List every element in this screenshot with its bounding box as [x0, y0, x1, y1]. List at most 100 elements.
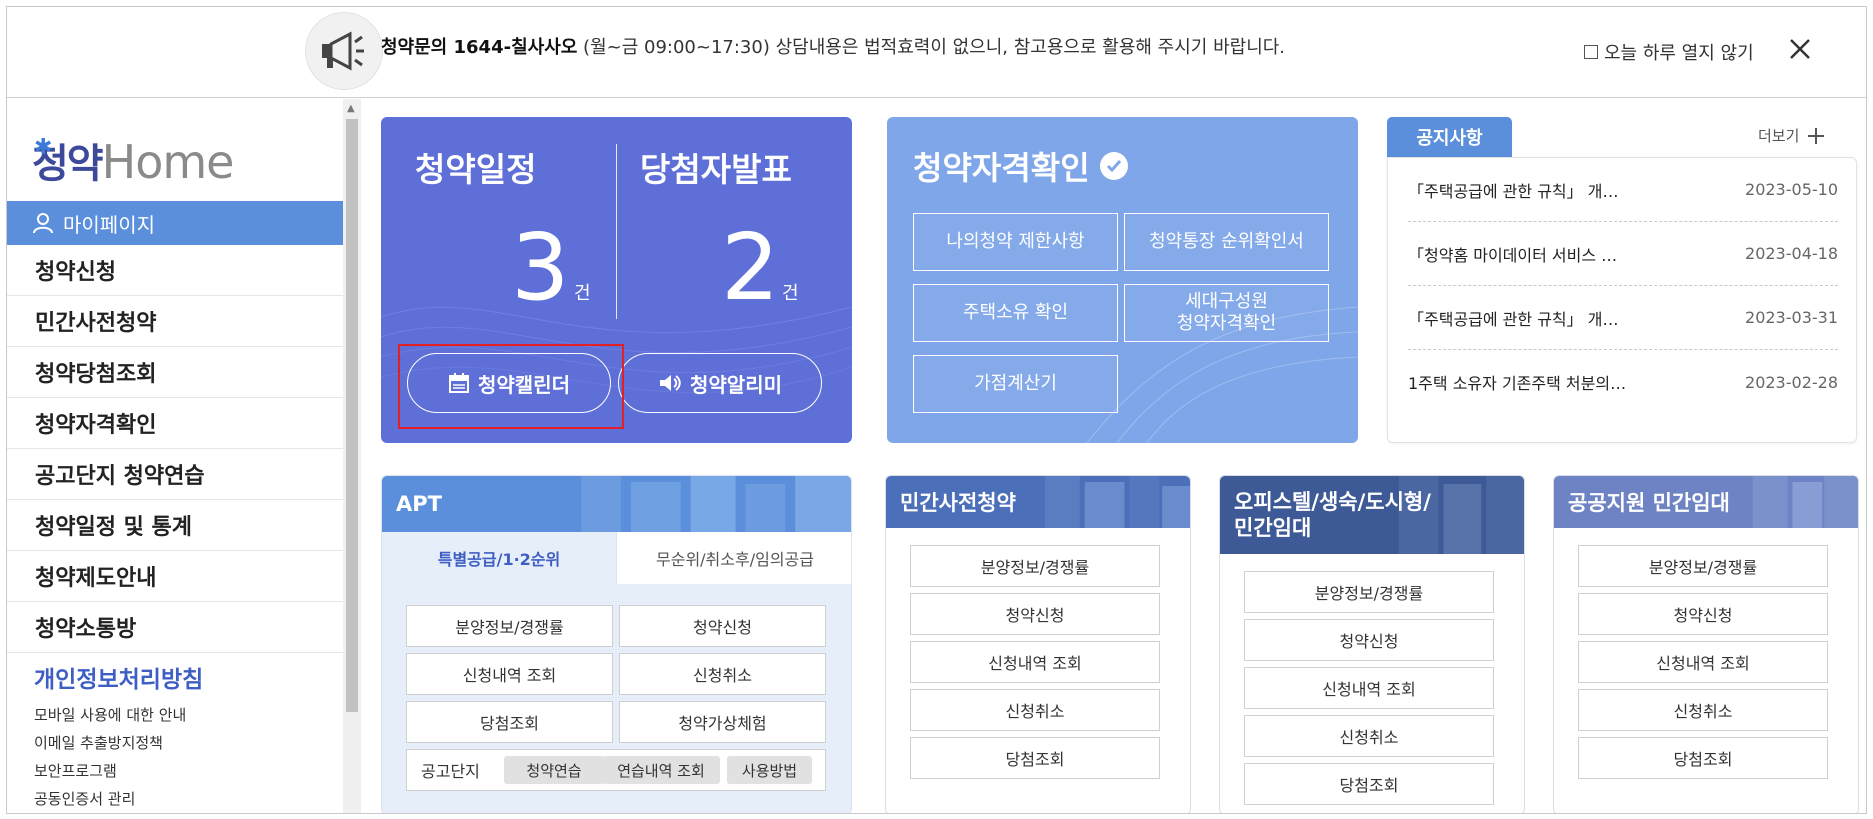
- qualification-title-text: 청약자격확인: [913, 149, 1090, 187]
- apt-cancel-button[interactable]: 신청취소: [619, 653, 826, 695]
- checkbox-icon[interactable]: [1584, 45, 1598, 59]
- scrollbar-thumb[interactable]: [346, 119, 358, 712]
- winner-title: 당첨자발표: [640, 150, 792, 189]
- apt-simulation-button[interactable]: 청약가상체험: [619, 701, 826, 743]
- public-rental-card: 공공지원 민간임대 분양정보/경쟁률 청약신청 신청내역 조회 신청취소 당첨조…: [1553, 475, 1859, 813]
- notice-item[interactable]: 1주택 소유자 기존주택 처분의… 2023-02-28: [1408, 350, 1838, 414]
- sidebar-item-apply[interactable]: 청약신청: [7, 245, 343, 296]
- private-sale-info-button[interactable]: 분양정보/경쟁률: [910, 545, 1160, 587]
- apt-apply-button[interactable]: 청약신청: [619, 605, 826, 647]
- private-apply-button[interactable]: 청약신청: [910, 593, 1160, 635]
- rental-apply-button[interactable]: 청약신청: [1578, 593, 1828, 635]
- rental-winner-button[interactable]: 당첨조회: [1578, 737, 1828, 779]
- apt-card-header: APT: [382, 476, 851, 532]
- disclaimer-text: 상담내용은 법적효력이 없으니, 참고용으로 활용해 주시기 바랍니다.: [769, 37, 1286, 58]
- house-ownership-button[interactable]: 주택소유 확인: [913, 284, 1118, 342]
- tab-unranked-supply[interactable]: 무순위/취소후/임의공급: [616, 532, 851, 584]
- sidebar-item-qualification[interactable]: 청약자격확인: [7, 398, 343, 449]
- mobile-guide-link[interactable]: 모바일 사용에 대한 안내: [34, 701, 186, 729]
- public-rental-header: 공공지원 민간임대: [1554, 476, 1858, 528]
- apt-sale-info-button[interactable]: 분양정보/경쟁률: [406, 605, 613, 647]
- household-qualification-button[interactable]: 세대구성원 청약자격확인: [1124, 284, 1329, 342]
- notice-item[interactable]: 「주택공급에 관한 규칙」 개… 2023-03-31: [1408, 286, 1838, 350]
- inquiry-number: 청약문의 1644-칠사사오: [381, 37, 578, 58]
- scroll-up-icon[interactable]: ▲: [347, 103, 355, 114]
- schedule-divider: [616, 144, 617, 319]
- sidebar-item-practice[interactable]: 공고단지 청약연습: [7, 449, 343, 500]
- officetel-header: 오피스텔/생숙/도시형/ 민간임대: [1220, 476, 1524, 554]
- usage-guide-chip[interactable]: 사용방법: [727, 756, 812, 784]
- certificate-link[interactable]: 공동인증서 관리: [34, 785, 186, 813]
- mypage-label: 마이페이지: [63, 212, 155, 237]
- sidebar-item-community[interactable]: 청약소통방: [7, 602, 343, 653]
- officetel-title-line1: 오피스텔/생숙/도시형/: [1234, 490, 1431, 514]
- notice-message: 청약문의 1644-칠사사오 (월~금 09:00~17:30) 상담내용은 법…: [381, 33, 1285, 59]
- notice-tab[interactable]: 공지사항: [1387, 117, 1512, 157]
- rental-sale-info-button[interactable]: 분양정보/경쟁률: [1578, 545, 1828, 587]
- sidebar-item-private-pre[interactable]: 민간사전청약: [7, 296, 343, 347]
- winner-count[interactable]: 2: [721, 222, 780, 314]
- notice-title[interactable]: 「주택공급에 관한 규칙」 개…: [1408, 306, 1618, 330]
- notice-title[interactable]: 「주택공급에 관한 규칙」 개…: [1408, 178, 1618, 202]
- rental-history-button[interactable]: 신청내역 조회: [1578, 641, 1828, 683]
- notice-bar: 청약문의 1644-칠사사오 (월~금 09:00~17:30) 상담내용은 법…: [7, 7, 1866, 98]
- more-button[interactable]: 더보기: [1758, 125, 1825, 146]
- officetel-apply-button[interactable]: 청약신청: [1244, 619, 1494, 661]
- sidebar-menu: 청약신청 민간사전청약 청약당첨조회 청약자격확인 공고단지 청약연습 청약일정…: [7, 245, 343, 653]
- apt-title: APT: [396, 492, 442, 516]
- mypage-button[interactable]: 마이페이지: [7, 201, 343, 245]
- security-program-link[interactable]: 보안프로그램: [34, 757, 186, 785]
- close-icon[interactable]: [1785, 34, 1815, 64]
- tab-special-supply[interactable]: 특별공급/1·2순위: [382, 532, 616, 584]
- officetel-cancel-button[interactable]: 신청취소: [1244, 715, 1494, 757]
- apt-winner-button[interactable]: 당첨조회: [406, 701, 613, 743]
- logo-english: Home: [101, 135, 235, 189]
- email-policy-link[interactable]: 이메일 추출방지정책: [34, 729, 186, 757]
- sidebar-item-schedule-stats[interactable]: 청약일정 및 통계: [7, 500, 343, 551]
- privacy-policy-link[interactable]: 개인정보처리방침: [34, 660, 203, 694]
- officetel-history-button[interactable]: 신청내역 조회: [1244, 667, 1494, 709]
- practice-chip[interactable]: 청약연습: [504, 756, 604, 784]
- officetel-sale-info-button[interactable]: 분양정보/경쟁률: [1244, 571, 1494, 613]
- sidebar-item-system-guide[interactable]: 청약제도안내: [7, 551, 343, 602]
- sidebar: ✱ 청약 Home 마이페이지 청약신청 민간사전청약 청약당첨조회 청약자격확인…: [7, 99, 343, 813]
- notice-item[interactable]: 「주택공급에 관한 규칙」 개… 2023-05-10: [1408, 158, 1838, 222]
- apt-history-button[interactable]: 신청내역 조회: [406, 653, 613, 695]
- footer-links: 모바일 사용에 대한 안내 이메일 추출방지정책 보안프로그램 공동인증서 관리: [34, 701, 186, 813]
- my-restrictions-button[interactable]: 나의청약 제한사항: [913, 213, 1118, 271]
- private-pre-header: 민간사전청약: [886, 476, 1190, 528]
- apt-card: APT 특별공급/1·2순위 무순위/취소후/임의공급 분양정보/경쟁률 청약신…: [381, 475, 852, 813]
- account-rank-button[interactable]: 청약통장 순위확인서: [1124, 213, 1329, 271]
- sidebar-item-winner-lookup[interactable]: 청약당첨조회: [7, 347, 343, 398]
- notice-item[interactable]: 「청약홈 마이데이터 서비스 … 2023-04-18: [1408, 222, 1838, 286]
- private-winner-button[interactable]: 당첨조회: [910, 737, 1160, 779]
- user-icon: [33, 213, 53, 234]
- score-calculator-button[interactable]: 가점계산기: [913, 355, 1118, 413]
- logo-star-icon: ✱: [34, 135, 53, 160]
- practice-history-chip[interactable]: 연습내역 조회: [602, 756, 720, 784]
- private-pre-card: 민간사전청약 분양정보/경쟁률 청약신청 신청내역 조회 신청취소 당첨조회: [885, 475, 1191, 813]
- more-label: 더보기: [1758, 127, 1800, 145]
- highlight-box: [398, 344, 624, 429]
- speaker-icon: [660, 375, 681, 391]
- public-rental-title: 공공지원 민간임대: [1568, 491, 1730, 515]
- notice-list: 「주택공급에 관한 규칙」 개… 2023-05-10 「청약홈 마이데이터 서…: [1387, 157, 1857, 443]
- schedule-count-unit: 건: [574, 283, 591, 304]
- notice-date: 2023-05-10: [1745, 180, 1838, 199]
- private-cancel-button[interactable]: 신청취소: [910, 689, 1160, 731]
- notice-title[interactable]: 1주택 소유자 기존주택 처분의…: [1408, 370, 1626, 394]
- page-frame: 청약문의 1644-칠사사오 (월~금 09:00~17:30) 상담내용은 법…: [6, 6, 1867, 814]
- alarm-button-label: 청약알리미: [690, 372, 782, 397]
- notice-title[interactable]: 「청약홈 마이데이터 서비스 …: [1408, 242, 1617, 266]
- alarm-button[interactable]: 청약알리미: [618, 353, 822, 413]
- private-history-button[interactable]: 신청내역 조회: [910, 641, 1160, 683]
- schedule-count[interactable]: 3: [511, 222, 570, 314]
- officetel-winner-button[interactable]: 당첨조회: [1244, 763, 1494, 805]
- dont-show-today-checkbox[interactable]: 오늘 하루 열지 않기: [1584, 39, 1754, 65]
- check-circle-icon: [1099, 152, 1128, 180]
- site-logo[interactable]: ✱ 청약 Home: [32, 133, 235, 189]
- notice-date: 2023-02-28: [1745, 372, 1838, 392]
- rental-cancel-button[interactable]: 신청취소: [1578, 689, 1828, 731]
- officetel-title-line2: 민간임대: [1234, 516, 1312, 540]
- qualification-panel: 청약자격확인 나의청약 제한사항 청약통장 순위확인서 주택소유 확인 세대구성…: [887, 117, 1358, 443]
